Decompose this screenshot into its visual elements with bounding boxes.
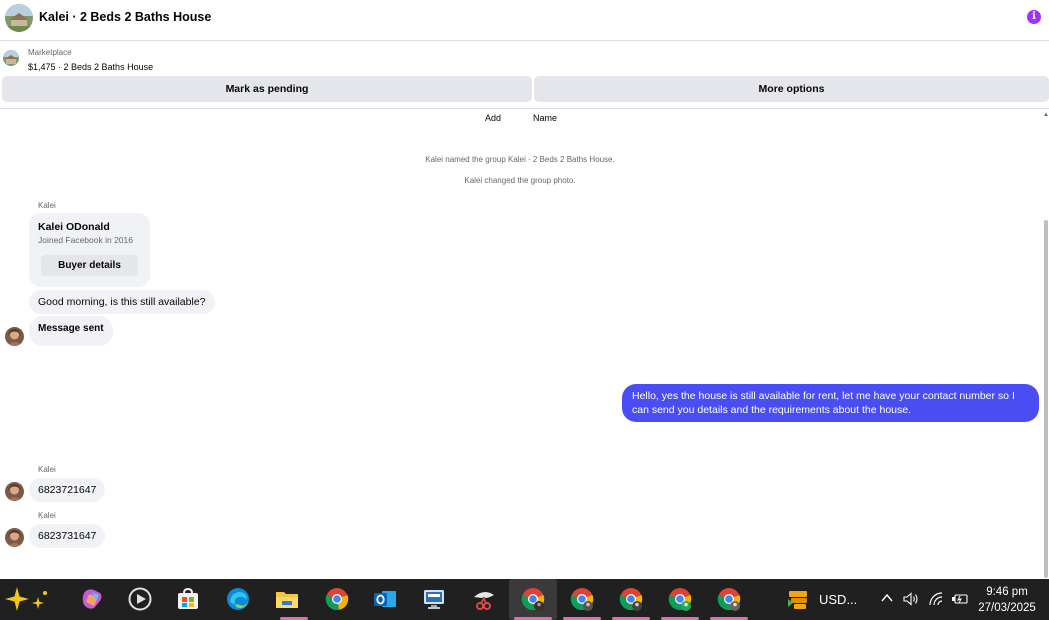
snipping-tool-icon[interactable] (472, 587, 496, 611)
message-bubble[interactable]: 6823731647 (29, 524, 106, 548)
sender-name: Kalei (38, 465, 56, 474)
buyer-joined: Joined Facebook in 2016 (38, 235, 133, 245)
currency-widget-label[interactable]: USD... (819, 592, 857, 607)
mark-as-pending-button[interactable]: Mark as pending (2, 76, 532, 102)
buyer-profile-card: Kalei ODonald Joined Facebook in 2016 Bu… (29, 213, 150, 287)
outlook-icon[interactable] (373, 587, 397, 611)
more-options-button[interactable]: More options (534, 76, 1049, 102)
edge-icon[interactable] (226, 587, 250, 611)
scroll-up-icon[interactable]: ▲ (1043, 112, 1049, 118)
name-group-link[interactable]: Name (533, 113, 557, 123)
sender-name: Kalei (38, 201, 56, 210)
listing-thumbnail (3, 50, 19, 66)
my-message-bubble[interactable]: Hello, yes the house is still available … (622, 384, 1039, 422)
scroll-thumb[interactable] (1044, 220, 1048, 578)
store-icon[interactable] (176, 587, 200, 611)
sender-avatar[interactable] (5, 482, 24, 501)
windows-taskbar: USD... (0, 579, 1049, 620)
group-avatar[interactable] (5, 4, 33, 32)
chevron-up-icon[interactable] (880, 591, 894, 605)
wifi-icon[interactable] (928, 591, 944, 607)
info-icon[interactable]: i (1027, 10, 1041, 24)
message-bubble[interactable]: Message sent (29, 316, 113, 346)
clock-time: 9:46 pm (986, 586, 1028, 598)
sender-avatar[interactable] (5, 327, 24, 346)
listing-description: $1,475 · 2 Beds 2 Baths House (28, 62, 154, 72)
message-bubble[interactable]: Good morning, is this still available? (29, 290, 215, 314)
message-bubble[interactable]: 6823721647 (29, 478, 106, 502)
battery-icon[interactable] (951, 591, 969, 607)
chrome-profile-icon[interactable] (668, 587, 692, 611)
copilot-icon[interactable] (5, 587, 47, 611)
file-explorer-icon[interactable] (275, 587, 299, 611)
sender-name: Kalei (38, 511, 56, 520)
chrome-profile-icon[interactable] (570, 587, 594, 611)
listing-summary[interactable]: Marketplace $1,475 · 2 Beds 2 Baths Hous… (0, 41, 1049, 75)
buyer-details-button[interactable]: Buyer details (41, 255, 138, 276)
add-people-link[interactable]: Add (485, 113, 501, 123)
chrome-profile-icon[interactable] (521, 587, 545, 611)
chat-title: Kalei · 2 Beds 2 Baths House (39, 10, 212, 24)
divider (0, 108, 1049, 109)
chrome-profile-icon[interactable] (619, 587, 643, 611)
clock-date: 27/03/2025 (978, 602, 1036, 614)
chrome-icon[interactable] (325, 587, 349, 611)
system-message: Kalei named the group Kalei · 2 Beds 2 B… (425, 155, 615, 164)
chat-scrollbar[interactable]: ▲ (1043, 110, 1049, 578)
system-clock[interactable]: 9:46 pm 27/03/2025 (972, 584, 1042, 616)
chat-header: Kalei · 2 Beds 2 Baths House i (0, 0, 1049, 41)
m365-icon[interactable] (80, 587, 104, 611)
remote-desktop-icon[interactable] (422, 587, 446, 611)
sender-avatar[interactable] (5, 528, 24, 547)
system-message: Kalei changed the group photo. (464, 176, 576, 185)
buyer-name: Kalei ODonald (38, 221, 110, 233)
chrome-profile-icon[interactable] (717, 587, 741, 611)
media-player-icon[interactable] (128, 587, 152, 611)
listing-category: Marketplace (28, 48, 72, 57)
volume-icon[interactable] (903, 591, 919, 607)
currency-widget-icon[interactable] (786, 587, 810, 611)
